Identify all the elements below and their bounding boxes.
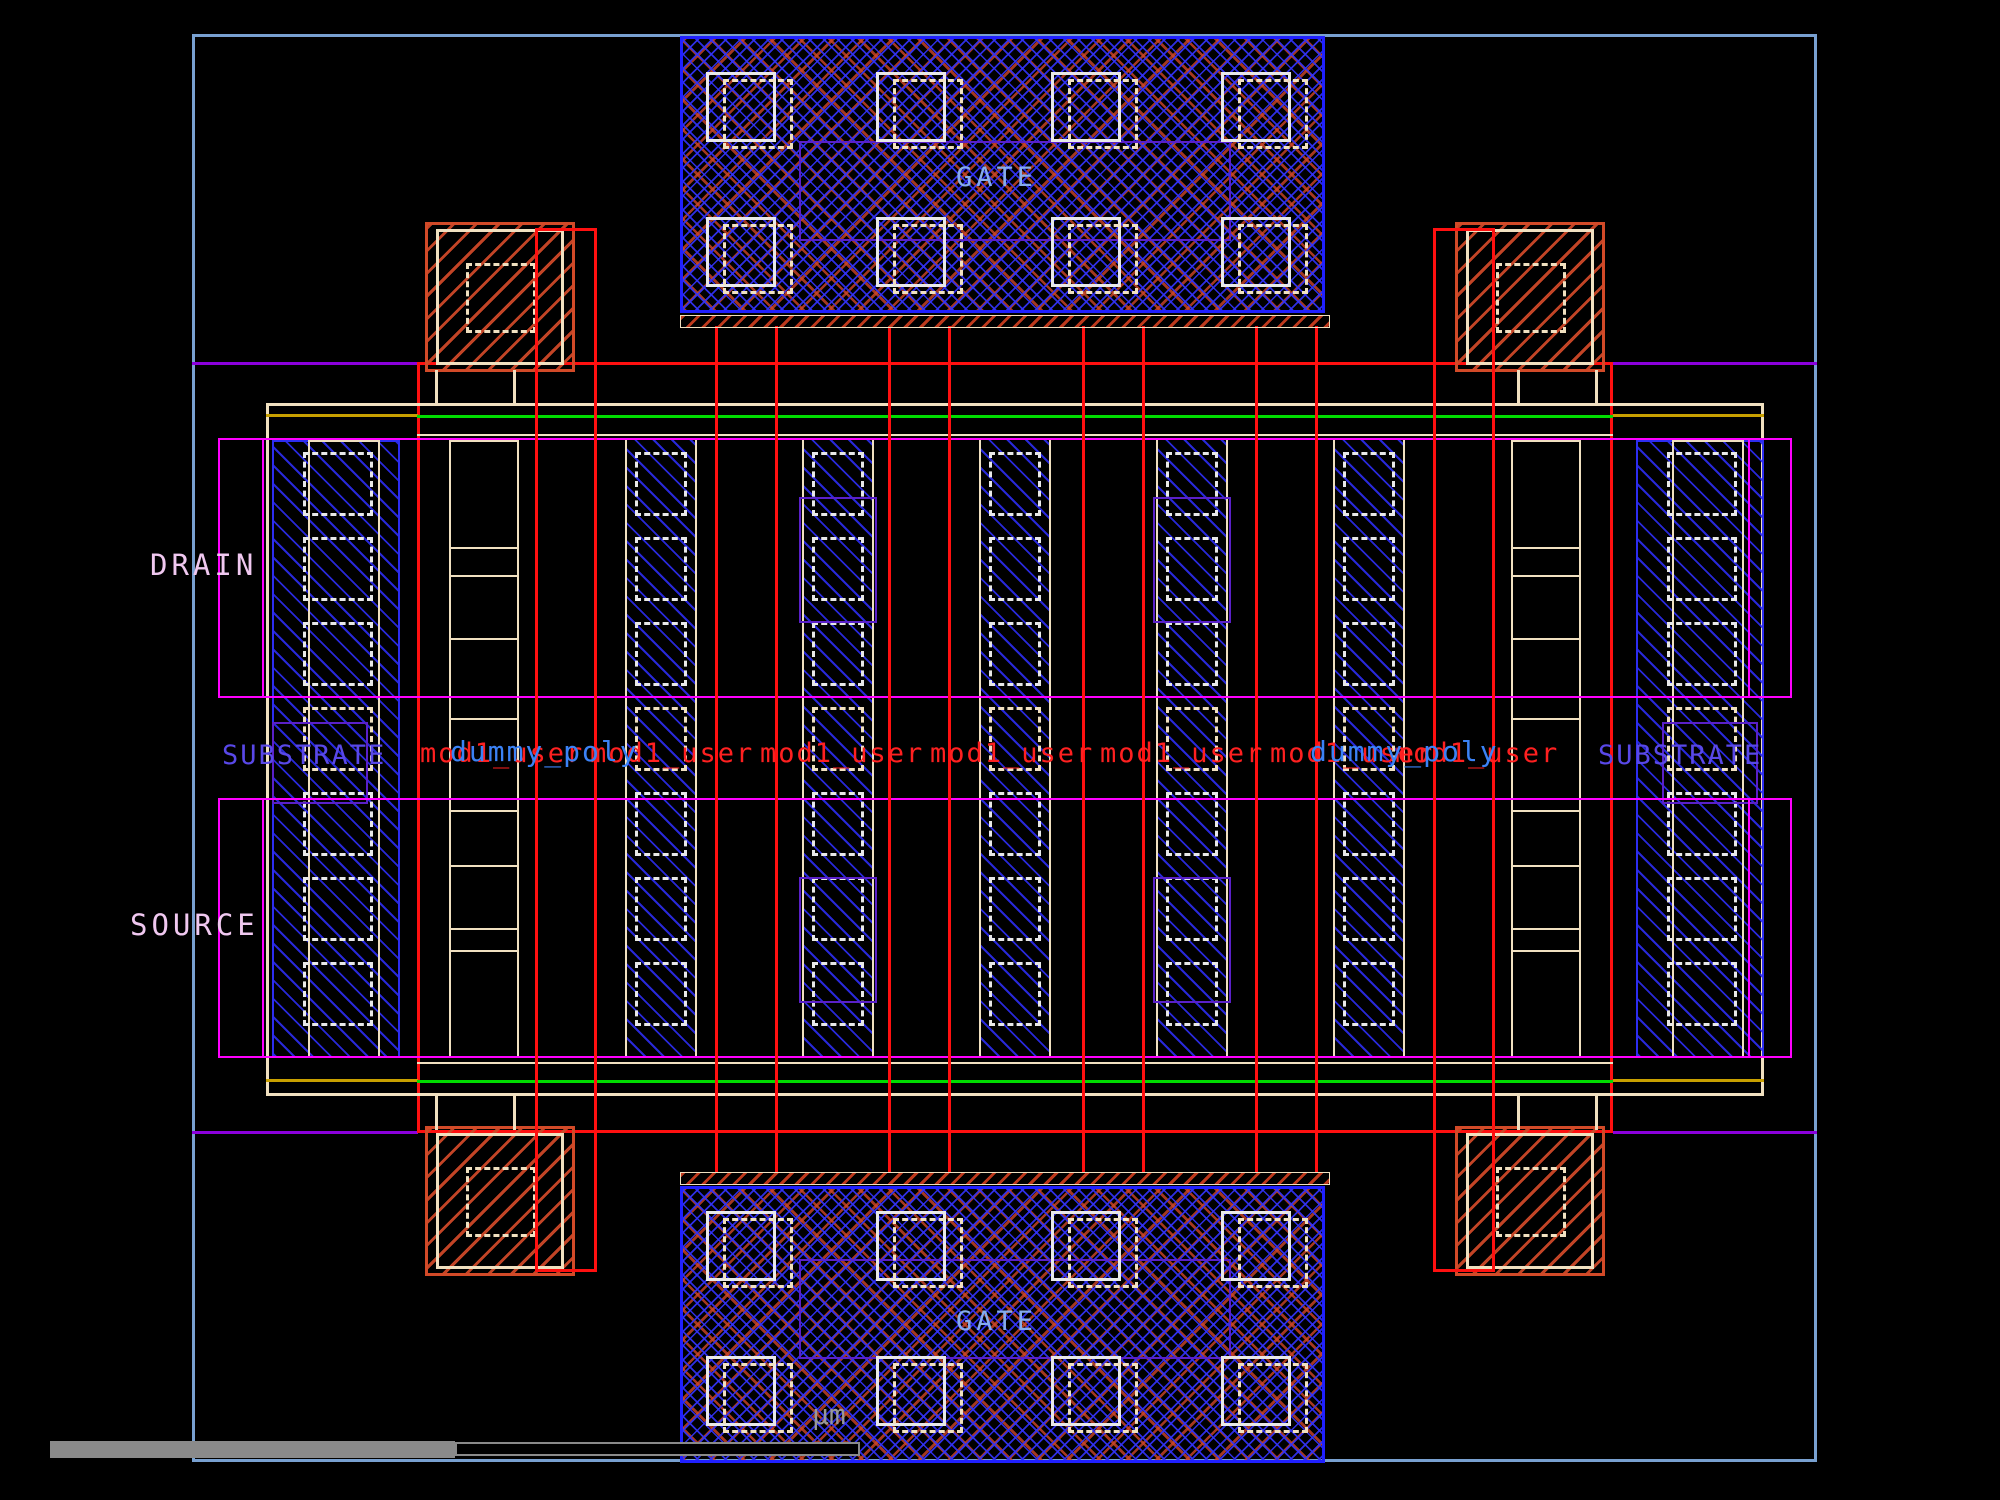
dummy-poly-label[interactable]: dummy_poly	[450, 735, 750, 769]
unit-label: µm	[812, 1398, 846, 1431]
ruler-bar-outline[interactable]	[455, 1442, 860, 1456]
dummy-poly-label[interactable]: dummy_poly	[1310, 735, 1610, 769]
ruler-bar-solid[interactable]	[50, 1441, 455, 1458]
layout-editor-canvas[interactable]: DRAIN SOURCE SUBSTRATE SUBSTRATE GATE GA…	[0, 0, 2000, 1500]
